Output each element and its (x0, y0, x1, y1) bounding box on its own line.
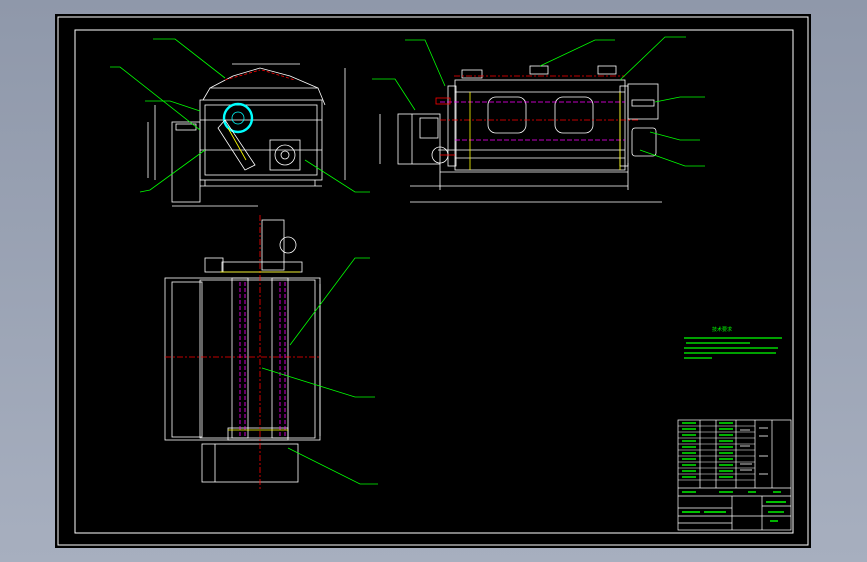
side-view-leaders (372, 36, 705, 167)
plan-view-hidden (165, 215, 320, 490)
title-block-stamps (740, 427, 768, 475)
technical-notes: 技术要求 (684, 326, 782, 359)
outer-border (57, 16, 809, 546)
title-block (677, 419, 792, 531)
front-view (147, 63, 346, 207)
plan-view (164, 219, 321, 483)
notes-title: 技术要求 (712, 326, 732, 333)
side-view-hidden (435, 75, 640, 170)
drawing-canvas: 技术要求 (57, 16, 809, 546)
front-view-leaders (110, 38, 370, 193)
